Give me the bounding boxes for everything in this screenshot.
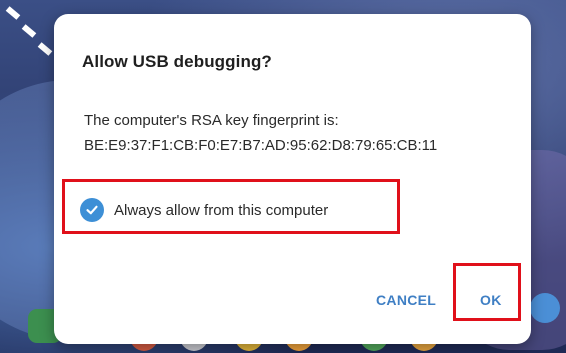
ok-highlight-box [453, 263, 521, 321]
checkbox-highlight-box [62, 179, 400, 234]
dialog-message: The computer's RSA key fingerprint is: [84, 112, 339, 129]
dialog-title: Allow USB debugging? [82, 52, 272, 71]
app-icon [530, 293, 560, 323]
cancel-button[interactable]: CANCEL [376, 292, 436, 308]
rsa-fingerprint: BE:E9:37:F1:CB:F0:E7:B7:AD:95:62:D8:79:6… [84, 137, 438, 154]
